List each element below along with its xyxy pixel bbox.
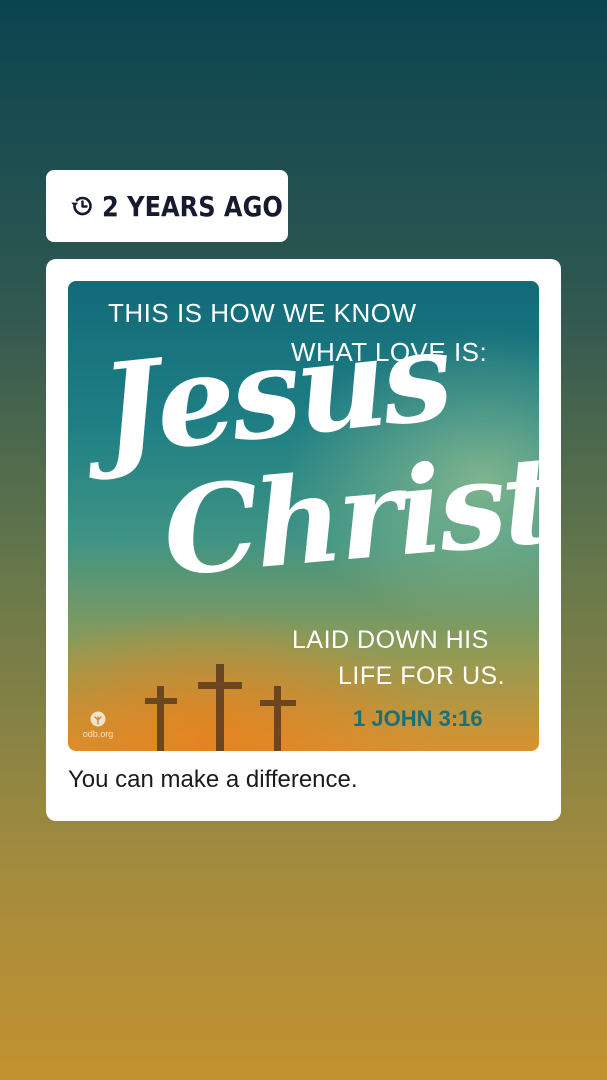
watermark-text: odb.org bbox=[82, 729, 114, 739]
post-caption: You can make a difference. bbox=[68, 766, 358, 793]
post-card[interactable]: THIS IS HOW WE KNOW WHAT LOVE IS: Jesus … bbox=[46, 259, 561, 821]
post-image[interactable]: THIS IS HOW WE KNOW WHAT LOVE IS: Jesus … bbox=[68, 281, 539, 751]
odb-logo-icon bbox=[90, 711, 106, 727]
memory-badge[interactable]: 2 YEARS AGO bbox=[46, 170, 288, 242]
odb-watermark: odb.org bbox=[78, 711, 118, 739]
verse-line-3: LAID DOWN HIS bbox=[292, 626, 489, 654]
memory-label: 2 YEARS AGO bbox=[102, 189, 283, 223]
verse-line-4: LIFE FOR US. bbox=[338, 662, 506, 690]
history-icon bbox=[68, 192, 96, 220]
verse-reference: 1 JOHN 3:16 bbox=[353, 706, 483, 731]
crosses-illustration bbox=[145, 664, 296, 751]
